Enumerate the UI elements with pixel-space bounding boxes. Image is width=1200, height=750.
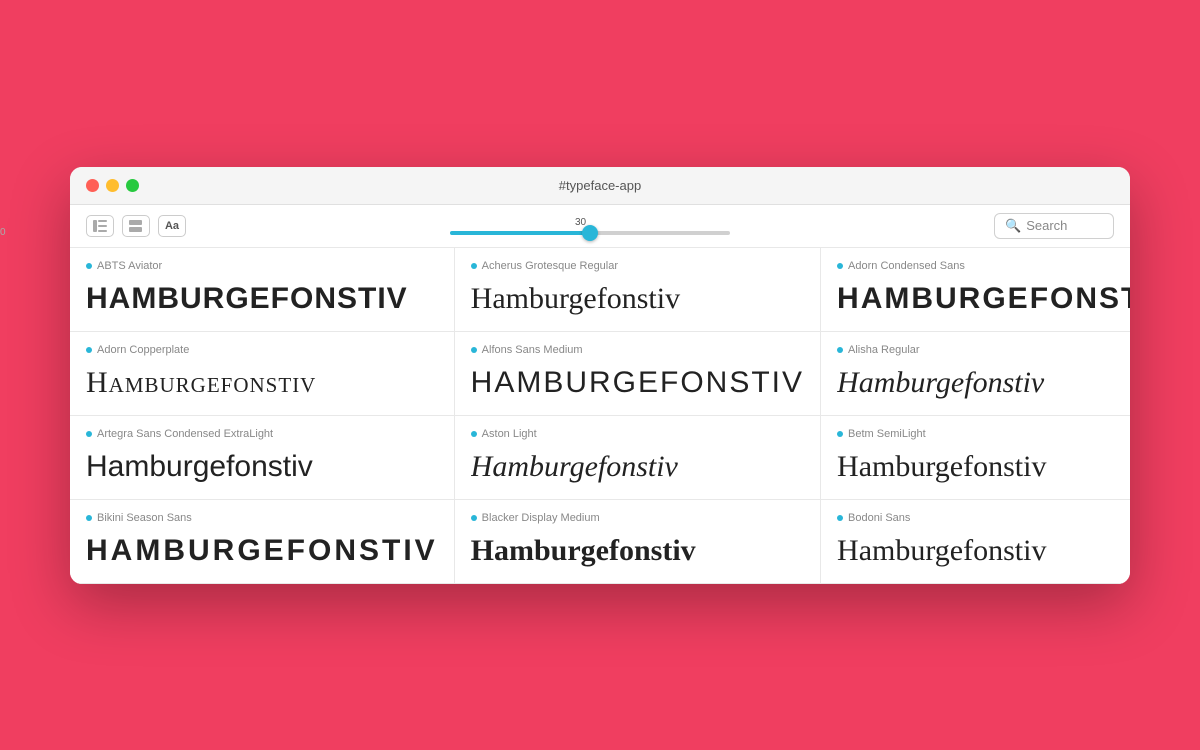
font-cell[interactable]: Adorn Copperplate Hamburgefonstiv bbox=[70, 332, 455, 416]
font-name-text: ABTS Aviator bbox=[97, 260, 162, 272]
font-name-text: Acherus Grotesque Regular bbox=[482, 260, 618, 272]
font-size-icon[interactable]: Aa bbox=[158, 215, 186, 237]
search-box[interactable]: 🔍 Search bbox=[994, 213, 1114, 239]
font-dot-icon bbox=[471, 515, 477, 521]
font-name-label: Bodoni Sans bbox=[837, 512, 1130, 524]
font-name-text: Bikini Season Sans bbox=[97, 512, 192, 524]
font-preview-text: Hamburgefonstiv bbox=[86, 366, 438, 399]
font-preview-text: HAMBURGEFONSTIV bbox=[837, 282, 1130, 315]
font-cell[interactable]: Aston Light Hamburgefonstiv bbox=[455, 416, 821, 500]
minimize-button[interactable] bbox=[106, 179, 119, 192]
traffic-lights bbox=[86, 179, 139, 192]
font-size-slider[interactable] bbox=[450, 231, 730, 235]
font-name-label: Aston Light bbox=[471, 428, 804, 440]
font-dot-icon bbox=[837, 431, 843, 437]
font-size-slider-section: 30 0 bbox=[196, 217, 984, 235]
close-button[interactable] bbox=[86, 179, 99, 192]
font-cell[interactable]: Blacker Display Medium Hamburgefonstiv bbox=[455, 500, 821, 584]
slider-max-label: 30 bbox=[575, 217, 586, 228]
maximize-button[interactable] bbox=[126, 179, 139, 192]
font-dot-icon bbox=[86, 263, 92, 269]
font-name-text: Adorn Copperplate bbox=[97, 344, 189, 356]
font-preview-text: Hamburgefonstiv bbox=[471, 450, 804, 483]
font-dot-icon bbox=[837, 515, 843, 521]
font-name-label: Acherus Grotesque Regular bbox=[471, 260, 804, 272]
font-name-label: Adorn Condensed Sans bbox=[837, 260, 1130, 272]
font-cell[interactable]: Adorn Condensed Sans HAMBURGEFONSTIV bbox=[821, 248, 1130, 332]
font-name-label: Blacker Display Medium bbox=[471, 512, 804, 524]
font-preview-text: Hamburgefonstiv bbox=[837, 534, 1130, 567]
font-cell[interactable]: Artegra Sans Condensed ExtraLight Hamburg… bbox=[70, 416, 455, 500]
font-cell[interactable]: Alfons Sans Medium HAMBURGEFONSTIV bbox=[455, 332, 821, 416]
font-dot-icon bbox=[86, 347, 92, 353]
font-name-label: Alisha Regular bbox=[837, 344, 1130, 356]
font-name-label: Adorn Copperplate bbox=[86, 344, 438, 356]
app-window: #typeface-app Aa bbox=[70, 167, 1130, 584]
font-name-label: Bikini Season Sans bbox=[86, 512, 438, 524]
font-name-text: Artegra Sans Condensed ExtraLight bbox=[97, 428, 273, 440]
font-cell[interactable]: Bikini Season Sans HAMBURGEFONSTIV bbox=[70, 500, 455, 584]
font-preview-text: HAMBURGEFONSTIV bbox=[471, 366, 804, 399]
toolbar-icons: Aa bbox=[86, 215, 186, 237]
font-cell[interactable]: Acherus Grotesque Regular Hamburgefonstiv bbox=[455, 248, 821, 332]
font-preview-text: Hamburgefonstiv bbox=[86, 450, 438, 483]
font-name-label: Artegra Sans Condensed ExtraLight bbox=[86, 428, 438, 440]
titlebar: #typeface-app bbox=[70, 167, 1130, 205]
font-dot-icon bbox=[86, 431, 92, 437]
font-name-label: Betm SemiLight bbox=[837, 428, 1130, 440]
toolbar: Aa 30 0 🔍 Search bbox=[70, 205, 1130, 248]
layout-icon[interactable] bbox=[122, 215, 150, 237]
sidebar-toggle-icon[interactable] bbox=[86, 215, 114, 237]
slider-labels: 30 bbox=[435, 217, 745, 231]
search-label: Search bbox=[1026, 218, 1067, 233]
font-dot-icon bbox=[86, 515, 92, 521]
font-name-label: ABTS Aviator bbox=[86, 260, 438, 272]
font-preview-text: HAMBURGEFONSTIV bbox=[86, 534, 438, 567]
search-icon: 🔍 bbox=[1005, 218, 1021, 234]
font-preview-text: Hamburgefonstiv bbox=[471, 534, 804, 567]
font-name-text: Alfons Sans Medium bbox=[482, 344, 583, 356]
window-title: #typeface-app bbox=[559, 178, 641, 193]
font-preview-text: Hamburgefonstiv bbox=[837, 450, 1130, 483]
font-grid: ABTS AviatorHamburgefonstivAcherus Grote… bbox=[70, 248, 1130, 584]
font-name-text: Aston Light bbox=[482, 428, 537, 440]
font-preview-text: Hamburgefonstiv bbox=[837, 366, 1130, 399]
font-dot-icon bbox=[837, 347, 843, 353]
font-cell[interactable]: Bodoni Sans Hamburgefonstiv bbox=[821, 500, 1130, 584]
font-dot-icon bbox=[471, 347, 477, 353]
font-name-text: Bodoni Sans bbox=[848, 512, 910, 524]
font-cell[interactable]: Betm SemiLight Hamburgefonstiv bbox=[821, 416, 1130, 500]
font-dot-icon bbox=[471, 431, 477, 437]
font-name-label: Alfons Sans Medium bbox=[471, 344, 804, 356]
font-name-text: Alisha Regular bbox=[848, 344, 920, 356]
slider-row: 0 bbox=[450, 231, 730, 235]
font-preview-text: Hamburgefonstiv bbox=[86, 282, 438, 315]
font-name-text: Betm SemiLight bbox=[848, 428, 926, 440]
font-cell[interactable]: Alisha Regular Hamburgefonstiv bbox=[821, 332, 1130, 416]
font-dot-icon bbox=[837, 263, 843, 269]
font-cell[interactable]: ABTS Aviator Hamburgefonstiv bbox=[70, 248, 455, 332]
font-name-text: Adorn Condensed Sans bbox=[848, 260, 965, 272]
font-dot-icon bbox=[471, 263, 477, 269]
font-name-text: Blacker Display Medium bbox=[482, 512, 600, 524]
font-preview-text: Hamburgefonstiv bbox=[471, 282, 804, 315]
